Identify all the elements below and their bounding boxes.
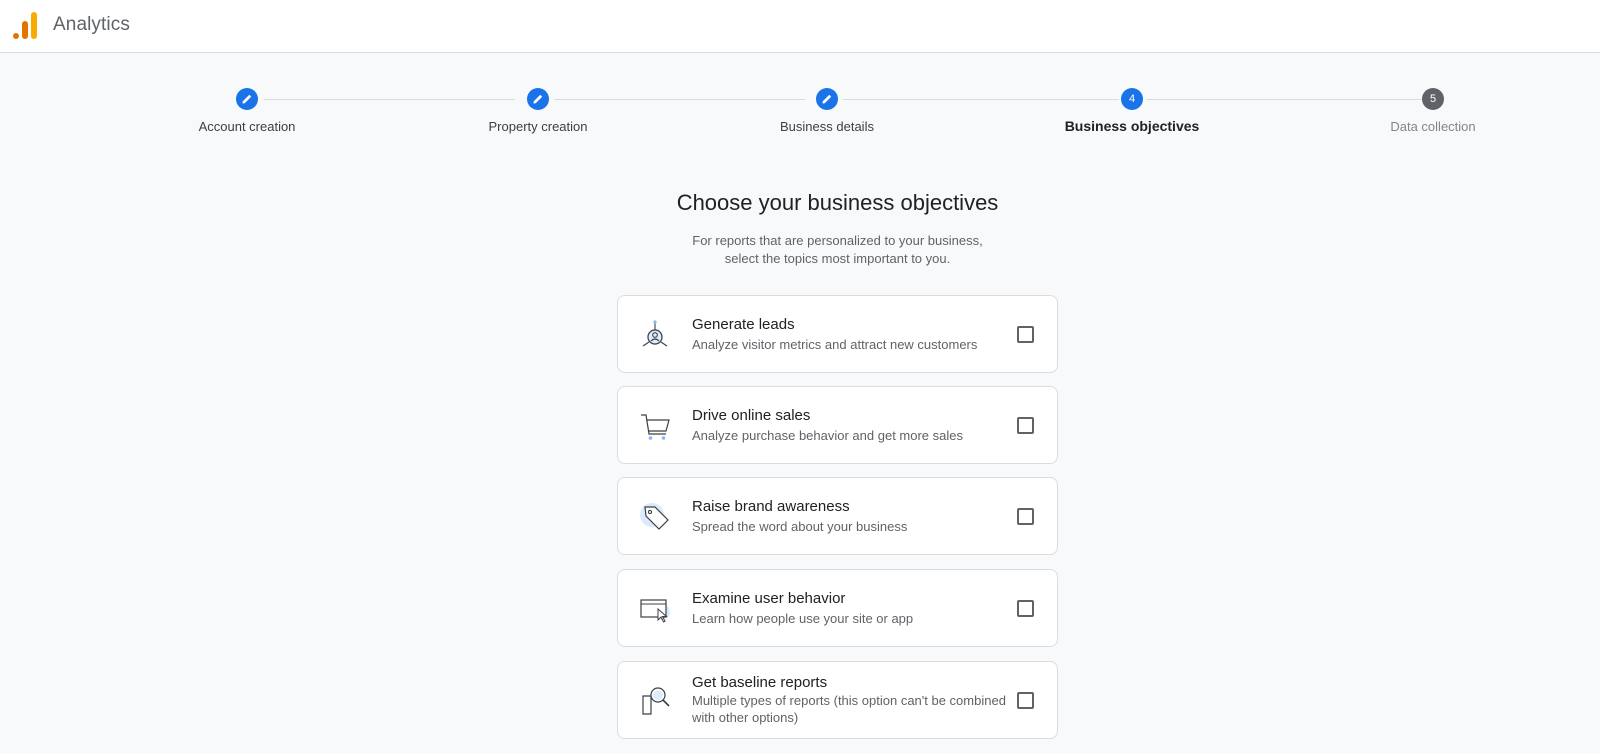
magnifier-report-icon [642,687,670,715]
objective-checkbox[interactable] [1017,600,1034,617]
objective-checkbox[interactable] [1017,508,1034,525]
subtitle-line: select the topics most important to you. [724,251,951,266]
step-number-badge: 5 [1422,88,1444,110]
leads-icon [642,320,668,347]
objective-title: Drive online sales [692,407,811,424]
edit-pencil-icon [236,88,258,110]
subtitle-line: For reports that are personalized to you… [692,233,983,248]
step-account-creation[interactable]: Account creation [147,86,347,134]
objective-card-raise-brand-awareness[interactable]: Raise brand awareness Spread the word ab… [617,477,1058,555]
objective-description: Analyze purchase behavior and get more s… [692,428,963,443]
step-label: Property creation [488,119,588,134]
step-label: Business objectives [1064,118,1200,134]
shopping-cart-icon [641,414,670,440]
tag-icon [640,503,669,530]
objective-checkbox[interactable] [1017,417,1034,434]
step-property-creation[interactable]: Property creation [438,86,638,134]
cursor-window-icon [640,599,670,623]
objective-description: Spread the word about your business [692,519,908,534]
objective-card-generate-leads[interactable]: Generate leads Analyze visitor metrics a… [617,295,1058,373]
objective-card-drive-online-sales[interactable]: Drive online sales Analyze purchase beha… [617,386,1058,464]
objective-description: Analyze visitor metrics and attract new … [692,337,978,352]
app-title[interactable]: Analytics [53,14,130,36]
objective-title: Get baseline reports [692,674,828,691]
analytics-logo-icon[interactable] [12,12,38,40]
objective-description: Multiple types of reports (this option c… [692,693,1006,725]
objective-card-get-baseline-reports[interactable]: Get baseline reports Multiple types of r… [617,661,1058,739]
setup-stepper: Account creation Property creation Busin… [0,86,1600,146]
step-label: Account creation [198,119,296,134]
objective-checkbox[interactable] [1017,692,1034,709]
step-label: Business details [780,119,874,134]
objective-title: Examine user behavior [692,590,846,607]
objective-checkbox[interactable] [1017,326,1034,343]
objective-card-examine-user-behavior[interactable]: Examine user behavior Learn how people u… [617,569,1058,647]
objective-title: Generate leads [692,316,795,333]
step-data-collection: 5 Data collection [1333,86,1533,134]
page-title: Choose your business objectives [676,190,999,215]
step-label: Data collection [1390,119,1476,134]
step-number-badge: 4 [1121,88,1143,110]
page-subtitle: For reports that are personalized to you… [0,232,1600,268]
top-app-bar: Analytics [0,0,1600,53]
objective-title: Raise brand awareness [692,498,850,515]
edit-pencil-icon [527,88,549,110]
step-business-details[interactable]: Business details [727,86,927,134]
step-business-objectives[interactable]: 4 Business objectives [1032,86,1232,134]
edit-pencil-icon [816,88,838,110]
objective-description: Learn how people use your site or app [692,611,914,626]
